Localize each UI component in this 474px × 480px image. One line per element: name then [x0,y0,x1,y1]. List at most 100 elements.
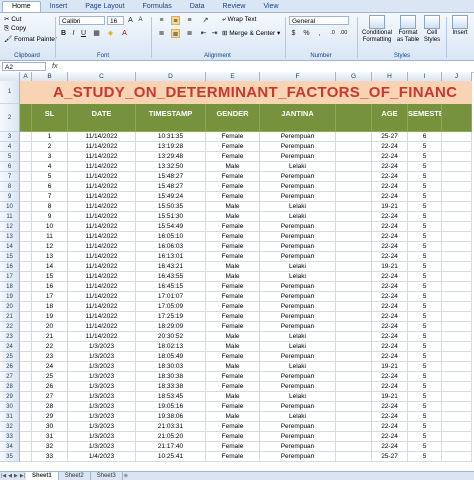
sheet-title[interactable]: A_STUDY_ON_DETERMINANT_FACTORS_OF_FINANC [20,81,472,104]
cell[interactable]: 29 [32,412,68,422]
cell[interactable]: 19-21 [372,362,408,372]
cell[interactable]: 1/4/2023 [68,452,136,462]
cell[interactable]: Lelaki [260,162,336,172]
cell[interactable]: 22-24 [372,192,408,202]
cell[interactable]: 2 [32,142,68,152]
column-header-d[interactable]: D [136,72,206,81]
cell[interactable] [442,332,472,342]
cell[interactable]: Perempuan [260,242,336,252]
cell[interactable] [20,372,32,382]
cell[interactable]: 5 [408,422,442,432]
comma-button[interactable]: , [315,29,324,38]
row-header[interactable]: 25 [0,352,20,362]
cell[interactable] [336,242,372,252]
cell[interactable]: 17 [32,292,68,302]
cell[interactable]: 11/14/2022 [68,242,136,252]
cell[interactable]: 20:30:52 [136,332,206,342]
cell[interactable] [442,262,472,272]
row-header[interactable]: 33 [0,432,20,442]
cell[interactable]: 22 [32,342,68,352]
cell[interactable]: 1/3/2023 [68,422,136,432]
cell[interactable]: 1/3/2023 [68,382,136,392]
cell[interactable]: 17:25:19 [136,312,206,322]
cell[interactable] [20,272,32,282]
cell[interactable]: 5 [408,322,442,332]
column-header-e[interactable]: E [206,72,260,81]
cell[interactable]: 11/14/2022 [68,152,136,162]
cell[interactable]: Male [206,392,260,402]
cell[interactable] [20,332,32,342]
cell[interactable]: 16:06:03 [136,242,206,252]
cell[interactable]: 9 [32,212,68,222]
cell[interactable]: 5 [408,162,442,172]
fill-color-icon[interactable]: ◈ [106,29,115,38]
cell[interactable]: Perempuan [260,232,336,242]
increase-indent-icon[interactable]: ⇥ [210,29,219,38]
cell[interactable]: 32 [32,442,68,452]
cell[interactable]: 11/14/2022 [68,272,136,282]
cell[interactable]: 5 [408,212,442,222]
column-title[interactable]: DATE [68,104,136,132]
cell[interactable]: 11/14/2022 [68,132,136,142]
cell[interactable]: 5 [408,302,442,312]
cell[interactable]: Perempuan [260,452,336,462]
cell[interactable] [20,182,32,192]
cell[interactable]: Perempuan [260,382,336,392]
row-header[interactable]: 14 [0,242,20,252]
row-header[interactable]: 3 [0,132,20,142]
cell[interactable] [442,342,472,352]
cell[interactable]: 26 [32,382,68,392]
cell[interactable]: 22-24 [372,432,408,442]
cell[interactable] [20,192,32,202]
cell[interactable]: 17:05:09 [136,302,206,312]
font-color-icon[interactable]: A [120,29,129,38]
ribbon-tab-page-layout[interactable]: Page Layout [76,2,133,12]
format-as-table-button[interactable]: Format as Table [395,15,421,44]
cell[interactable] [336,352,372,362]
cell[interactable]: 19-21 [372,392,408,402]
cell[interactable]: 16:45:15 [136,282,206,292]
cell[interactable]: 11/14/2022 [68,302,136,312]
cell[interactable]: 5 [408,292,442,302]
cell[interactable]: Perempuan [260,172,336,182]
insert-sheet-icon[interactable]: ⊕ [124,473,128,479]
cell[interactable] [20,282,32,292]
cell[interactable]: 11/14/2022 [68,312,136,322]
cell[interactable] [442,242,472,252]
cell[interactable]: 5 [408,262,442,272]
cell[interactable]: 15:48:27 [136,182,206,192]
cell[interactable]: 11/14/2022 [68,222,136,232]
cell[interactable]: Female [206,172,260,182]
cell[interactable]: Female [206,432,260,442]
cell[interactable] [20,422,32,432]
row-header[interactable]: 28 [0,382,20,392]
cell[interactable] [20,392,32,402]
cell[interactable]: 14 [32,262,68,272]
column-header-h[interactable]: H [372,72,408,81]
cell[interactable]: Perempuan [260,402,336,412]
cell[interactable]: 1/3/2023 [68,372,136,382]
cell[interactable]: 6 [408,132,442,142]
cell[interactable]: 22-24 [372,412,408,422]
cell[interactable]: 22-24 [372,402,408,412]
select-all-corner[interactable] [0,72,20,81]
cell[interactable]: Lelaki [260,262,336,272]
cell[interactable]: 7 [32,192,68,202]
cell[interactable] [336,382,372,392]
cell[interactable]: 22-24 [372,382,408,392]
cell[interactable] [336,222,372,232]
cell[interactable]: 22-24 [372,282,408,292]
cell[interactable]: 5 [408,372,442,382]
cell[interactable] [442,162,472,172]
cell[interactable]: 1/3/2023 [68,392,136,402]
cell[interactable] [336,322,372,332]
cell[interactable]: Female [206,252,260,262]
row-header[interactable]: 27 [0,372,20,382]
column-header-c[interactable]: C [68,72,136,81]
cell[interactable]: 8 [32,202,68,212]
cell[interactable]: 13 [32,252,68,262]
cell[interactable]: 19 [32,312,68,322]
cell[interactable] [336,142,372,152]
cell[interactable] [442,182,472,192]
column-header-i[interactable]: I [408,72,442,81]
